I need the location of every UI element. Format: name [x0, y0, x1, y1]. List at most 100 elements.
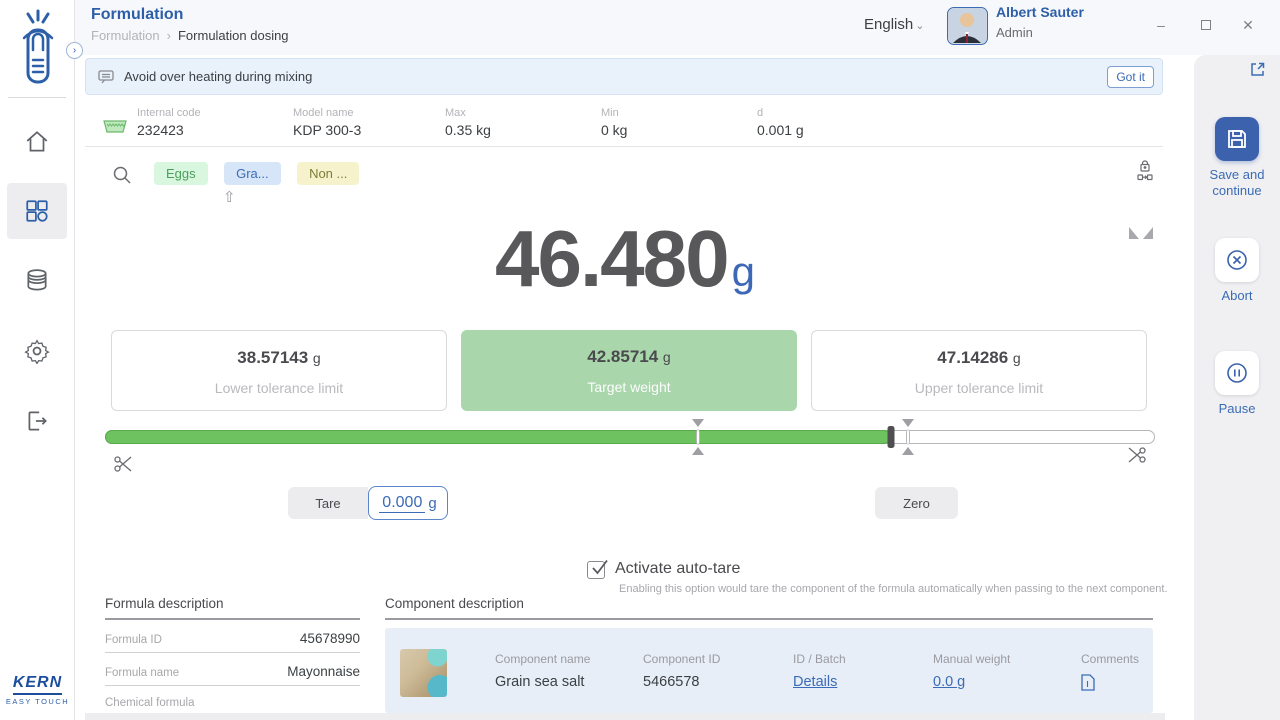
brand-name: KERN: [13, 674, 62, 695]
user-role: Admin: [996, 25, 1033, 40]
lower-marker-top-triangle-icon: [692, 419, 704, 427]
got-it-button[interactable]: Got it: [1107, 66, 1154, 88]
topbar: Formulation Formulation › Formulation dosi…: [75, 0, 1280, 55]
upper-marker-top-triangle-icon: [902, 419, 914, 427]
app-logo-icon: [14, 8, 62, 90]
formula-description-section: Formula description Formula ID45678990 F…: [105, 596, 360, 720]
auto-tare-label: Activate auto-tare: [615, 560, 740, 578]
auto-tare-checkbox[interactable]: [587, 561, 605, 579]
lock-print-icon[interactable]: [1137, 160, 1153, 187]
progress-fill: [105, 430, 891, 444]
lower-tolerance-box: 38.57143 g Lower tolerance limit: [111, 330, 447, 411]
batch-details-link[interactable]: Details: [793, 674, 837, 690]
sidebar: KERN EASY TOUCH: [0, 0, 75, 720]
component-name-field: Component nameGrain sea salt: [495, 652, 590, 690]
device-field: d0.001 g: [757, 107, 804, 138]
component-description-section: Component description Component nameGrai…: [385, 596, 1153, 720]
tag-eggs[interactable]: Eggs: [154, 162, 208, 185]
logout-icon: [24, 408, 50, 434]
pause-label: Pause: [1194, 401, 1280, 417]
scissors-right-icon[interactable]: [1125, 444, 1147, 471]
maximize-icon[interactable]: [1197, 16, 1215, 34]
message-icon: [98, 70, 114, 84]
breadcrumb-parent[interactable]: Formulation: [91, 28, 160, 43]
save-label: Save and continue: [1194, 167, 1280, 198]
tare-row: Tare 0.000 g Zero: [85, 486, 1165, 520]
sidebar-item-database[interactable]: [7, 253, 67, 309]
chevron-down-icon: ⌄: [915, 20, 924, 32]
device-info-row: Internal code232423 Model nameKDP 300-3 …: [85, 103, 1163, 147]
formula-row: Formula ID45678990: [105, 620, 360, 653]
sidebar-item-apps[interactable]: [7, 183, 67, 239]
scale-icon: [103, 120, 127, 133]
manual-weight-link[interactable]: 0.0 g: [933, 674, 965, 690]
save-and-continue-button[interactable]: Save and continue: [1194, 117, 1280, 198]
avatar[interactable]: [947, 7, 988, 45]
target-weight-box: 42.85714 g Target weight: [461, 330, 797, 411]
brand-tagline: EASY TOUCH: [0, 697, 75, 706]
tare-button[interactable]: Tare: [288, 487, 368, 519]
device-field: Min0 kg: [601, 107, 627, 138]
tare-unit: g: [428, 495, 436, 512]
horizontal-scrollbar[interactable]: [85, 713, 1165, 720]
breadcrumb-chevron-icon: ›: [167, 28, 171, 43]
tag-gra[interactable]: Gra...: [224, 162, 281, 185]
breadcrumb: Formulation › Formulation dosing: [91, 28, 289, 43]
close-icon[interactable]: ✕: [1239, 16, 1257, 34]
formula-section-title: Formula description: [105, 596, 360, 620]
formula-row: Chemical formula: [105, 686, 360, 716]
weight-unit: g: [732, 248, 755, 295]
brand-logo: KERN EASY TOUCH: [0, 674, 75, 706]
comments-field: Comments: [1081, 652, 1139, 696]
scissors-left-icon[interactable]: [113, 453, 135, 480]
allergen-tags: Eggs Gra... Non ...: [154, 162, 371, 185]
component-section-title: Component description: [385, 596, 1153, 620]
user-name[interactable]: Albert Sauter: [996, 4, 1084, 20]
tare-value-input[interactable]: 0.000 g: [368, 486, 448, 520]
weight-value: 46.480: [495, 214, 728, 303]
tag-non[interactable]: Non ...: [297, 162, 359, 185]
sidebar-divider: [8, 97, 66, 98]
expand-icon[interactable]: [1250, 62, 1265, 82]
component-card: Component nameGrain sea salt Component I…: [385, 628, 1153, 713]
minimize-icon[interactable]: –: [1152, 16, 1170, 34]
breadcrumb-current: Formulation dosing: [178, 28, 289, 43]
formula-row: Formula nameMayonnaise: [105, 653, 360, 686]
pause-button[interactable]: Pause: [1194, 351, 1280, 417]
page-title: Formulation: [91, 6, 183, 24]
upper-tolerance-box: 47.14286 g Upper tolerance limit: [811, 330, 1147, 411]
action-panel: Save and continue Abort Pause: [1194, 55, 1280, 720]
zero-button[interactable]: Zero: [875, 487, 958, 519]
device-field: Max0.35 kg: [445, 107, 491, 138]
sidebar-collapse-chevron-icon[interactable]: ›: [66, 42, 83, 59]
abort-label: Abort: [1194, 288, 1280, 304]
lower-tolerance-notch: [696, 429, 700, 445]
database-icon: [24, 268, 50, 294]
device-field: Model nameKDP 300-3: [293, 107, 361, 138]
sidebar-item-settings[interactable]: [7, 323, 67, 379]
dosing-progress-bar: [105, 420, 1155, 454]
upper-tolerance-notch: [906, 429, 910, 445]
notification-bar: Avoid over heating during mixing Got it: [85, 58, 1163, 95]
apps-icon: [24, 198, 50, 224]
current-weight-marker[interactable]: [888, 426, 895, 448]
tare-value: 0.000: [379, 494, 425, 513]
upper-marker-bottom-triangle-icon: [902, 447, 914, 455]
app-window: KERN EASY TOUCH › Formulation Formulatio…: [0, 0, 1280, 720]
id-batch-field: ID / BatchDetails: [793, 652, 846, 691]
home-icon: [24, 129, 50, 155]
sidebar-item-logout[interactable]: [7, 393, 67, 449]
manual-weight-field: Manual weight0.0 g: [933, 652, 1010, 691]
abort-button[interactable]: Abort: [1194, 238, 1280, 304]
component-image: [400, 649, 447, 697]
sidebar-item-home[interactable]: [7, 114, 67, 170]
language-label: English: [864, 16, 913, 33]
search-icon[interactable]: [112, 165, 132, 185]
language-selector[interactable]: English⌄: [864, 16, 924, 33]
pause-icon: [1215, 351, 1259, 395]
weight-display: 46.480g: [85, 213, 1165, 305]
comments-icon[interactable]: [1081, 674, 1095, 691]
device-field: Internal code232423: [137, 107, 201, 138]
lower-marker-bottom-triangle-icon: [692, 447, 704, 455]
main-content: Avoid over heating during mixing Got it …: [85, 55, 1165, 720]
